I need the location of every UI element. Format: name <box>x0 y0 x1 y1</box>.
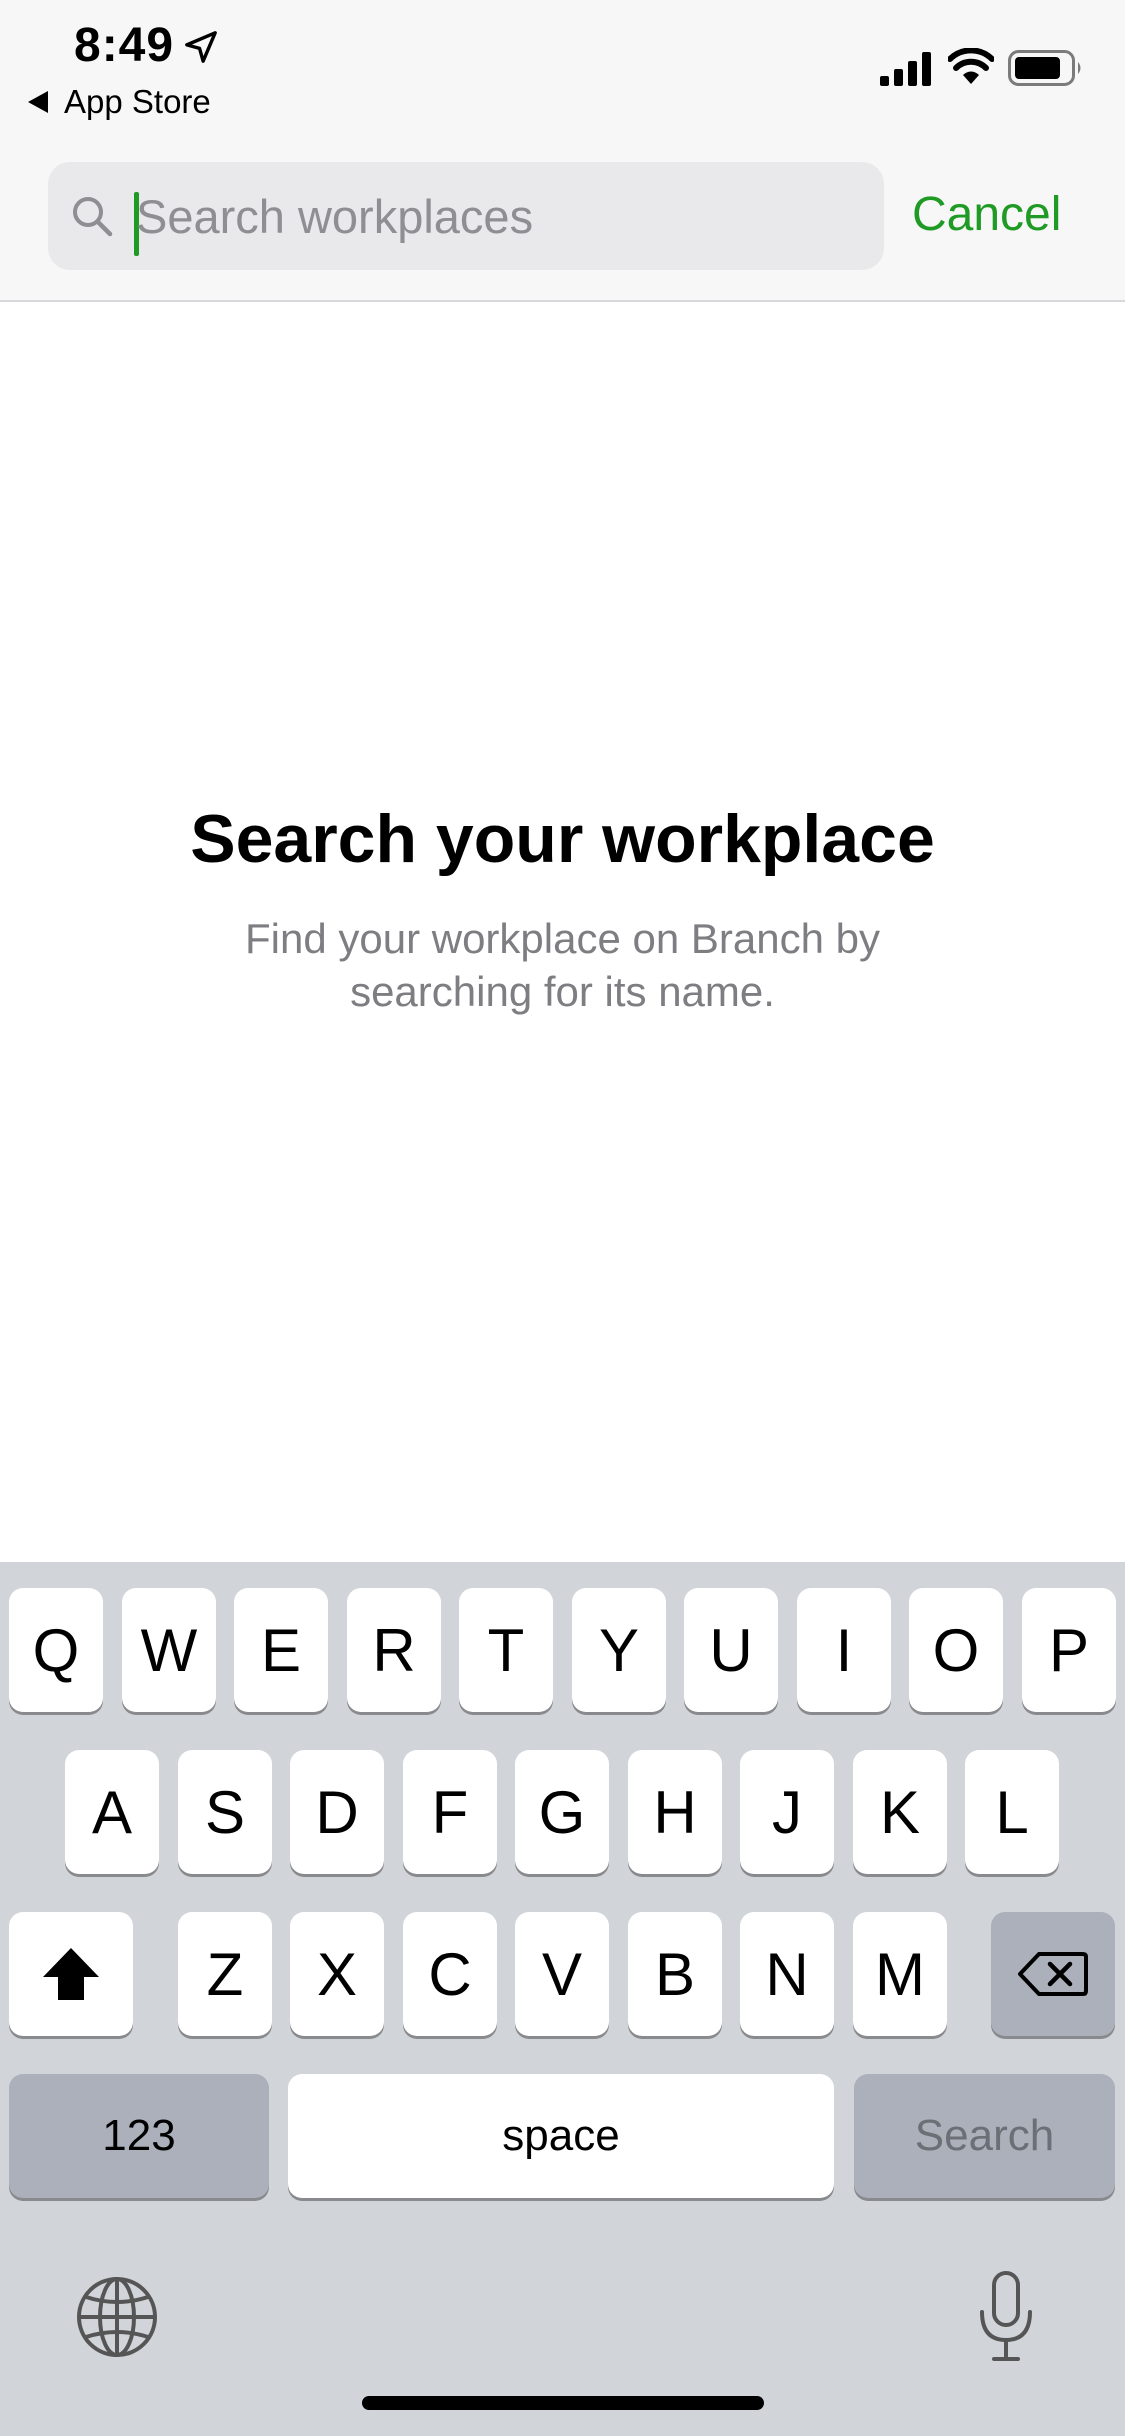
search-icon <box>73 197 113 237</box>
key-k[interactable]: K <box>853 1750 947 1874</box>
key-i[interactable]: I <box>797 1588 891 1712</box>
key-p[interactable]: P <box>1022 1588 1116 1712</box>
back-to-app-store[interactable]: App Store <box>28 82 211 122</box>
key-s[interactable]: S <box>178 1750 272 1874</box>
search-input[interactable] <box>136 162 866 270</box>
search-field[interactable] <box>48 162 884 270</box>
numbers-key[interactable]: 123 <box>9 2074 269 2198</box>
key-j[interactable]: J <box>740 1750 834 1874</box>
key-l[interactable]: L <box>965 1750 1059 1874</box>
key-h[interactable]: H <box>628 1750 722 1874</box>
signal-bars-icon <box>880 52 931 86</box>
shift-icon <box>43 1948 99 2000</box>
key-u[interactable]: U <box>684 1588 778 1712</box>
key-d[interactable]: D <box>290 1750 384 1874</box>
status-bar: 8:49 App Store <box>0 0 1125 150</box>
key-b[interactable]: B <box>628 1912 722 2036</box>
empty-state-subtitle: Find your workplace on Branch by searchi… <box>245 915 880 1015</box>
key-y[interactable]: Y <box>572 1588 666 1712</box>
wifi-icon <box>948 48 994 84</box>
microphone-icon[interactable] <box>974 2270 1038 2364</box>
delete-icon <box>1018 1952 1088 1996</box>
space-key[interactable]: space <box>288 2074 834 2198</box>
shift-key[interactable] <box>9 1912 133 2036</box>
key-t[interactable]: T <box>459 1588 553 1712</box>
keyboard: Q W E R T Y U I O P A S D F G H J K L Z … <box>0 1562 1125 2436</box>
key-m[interactable]: M <box>853 1912 947 2036</box>
key-x[interactable]: X <box>290 1912 384 2036</box>
search-return-key[interactable]: Search <box>854 2074 1115 2198</box>
key-o[interactable]: O <box>909 1588 1003 1712</box>
key-a[interactable]: A <box>65 1750 159 1874</box>
key-g[interactable]: G <box>515 1750 609 1874</box>
key-e[interactable]: E <box>234 1588 328 1712</box>
empty-state-title: Search your workplace <box>190 801 935 877</box>
key-n[interactable]: N <box>740 1912 834 2036</box>
key-c[interactable]: C <box>403 1912 497 2036</box>
home-indicator[interactable] <box>362 2396 764 2410</box>
globe-icon[interactable] <box>74 2274 160 2360</box>
key-q[interactable]: Q <box>9 1588 103 1712</box>
cancel-button[interactable]: Cancel <box>912 150 1061 280</box>
key-f[interactable]: F <box>403 1750 497 1874</box>
location-arrow-icon <box>185 31 217 63</box>
key-v[interactable]: V <box>515 1912 609 2036</box>
search-bar-container: Cancel <box>0 150 1125 302</box>
delete-key[interactable] <box>991 1912 1115 2036</box>
key-w[interactable]: W <box>122 1588 216 1712</box>
key-r[interactable]: R <box>347 1588 441 1712</box>
back-app-label: App Store <box>64 83 211 120</box>
status-time: 8:49 <box>74 19 175 72</box>
key-z[interactable]: Z <box>178 1912 272 2036</box>
back-triangle-icon <box>28 91 48 113</box>
battery-icon <box>1008 50 1081 86</box>
